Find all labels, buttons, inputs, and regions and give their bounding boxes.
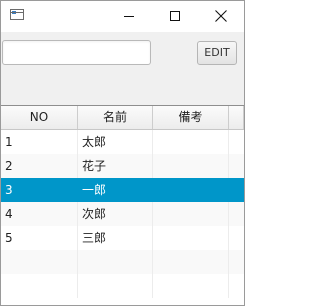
maximize-button[interactable] (152, 1, 198, 32)
app-window-icon (10, 9, 24, 20)
cell-empty (153, 274, 229, 298)
cell-empty (1, 274, 78, 298)
table-row[interactable]: 2 花子 (1, 154, 244, 178)
cell-no: 1 (1, 130, 78, 154)
cell-no: 2 (1, 154, 78, 178)
close-button[interactable] (198, 1, 244, 32)
data-table[interactable]: NO 名前 備考 1 太郎 2 花子 3 一郎 4 次郎 5 三郎 (1, 105, 244, 305)
table-row-empty (1, 250, 244, 274)
maximize-icon (170, 11, 180, 21)
cell-empty (1, 250, 78, 274)
cell-note (153, 130, 229, 154)
cell-note (153, 154, 229, 178)
cell-note (153, 226, 229, 250)
table-row-empty (1, 274, 244, 298)
cell-no: 4 (1, 202, 78, 226)
table-row-selected[interactable]: 3 一郎 (1, 178, 244, 202)
table-row[interactable]: 1 太郎 (1, 130, 244, 154)
cell-empty (78, 274, 153, 298)
cell-empty (153, 250, 229, 274)
cell-empty (78, 250, 153, 274)
cell-no: 5 (1, 226, 78, 250)
edit-button[interactable]: EDIT (197, 41, 237, 65)
cell-name: 三郎 (78, 226, 153, 250)
close-icon (215, 10, 227, 22)
column-header-no[interactable]: NO (1, 106, 78, 129)
cell-name: 太郎 (78, 130, 153, 154)
minimize-button[interactable] (106, 1, 152, 32)
cell-note (153, 202, 229, 226)
table-header: NO 名前 備考 (1, 106, 244, 130)
minimize-icon (124, 16, 134, 17)
text-input[interactable] (2, 40, 151, 65)
title-bar[interactable] (1, 1, 244, 32)
cell-name: 次郎 (78, 202, 153, 226)
cell-name: 一郎 (78, 178, 153, 202)
cell-note (153, 178, 229, 202)
column-header-note[interactable]: 備考 (153, 106, 229, 129)
app-window: EDIT NO 名前 備考 1 太郎 2 花子 3 一郎 4 次郎 5 三郎 (0, 0, 245, 306)
cell-no: 3 (1, 178, 78, 202)
table-row[interactable]: 5 三郎 (1, 226, 244, 250)
cell-name: 花子 (78, 154, 153, 178)
table-row[interactable]: 4 次郎 (1, 202, 244, 226)
column-header-name[interactable]: 名前 (78, 106, 153, 129)
column-header-filler (229, 106, 244, 129)
